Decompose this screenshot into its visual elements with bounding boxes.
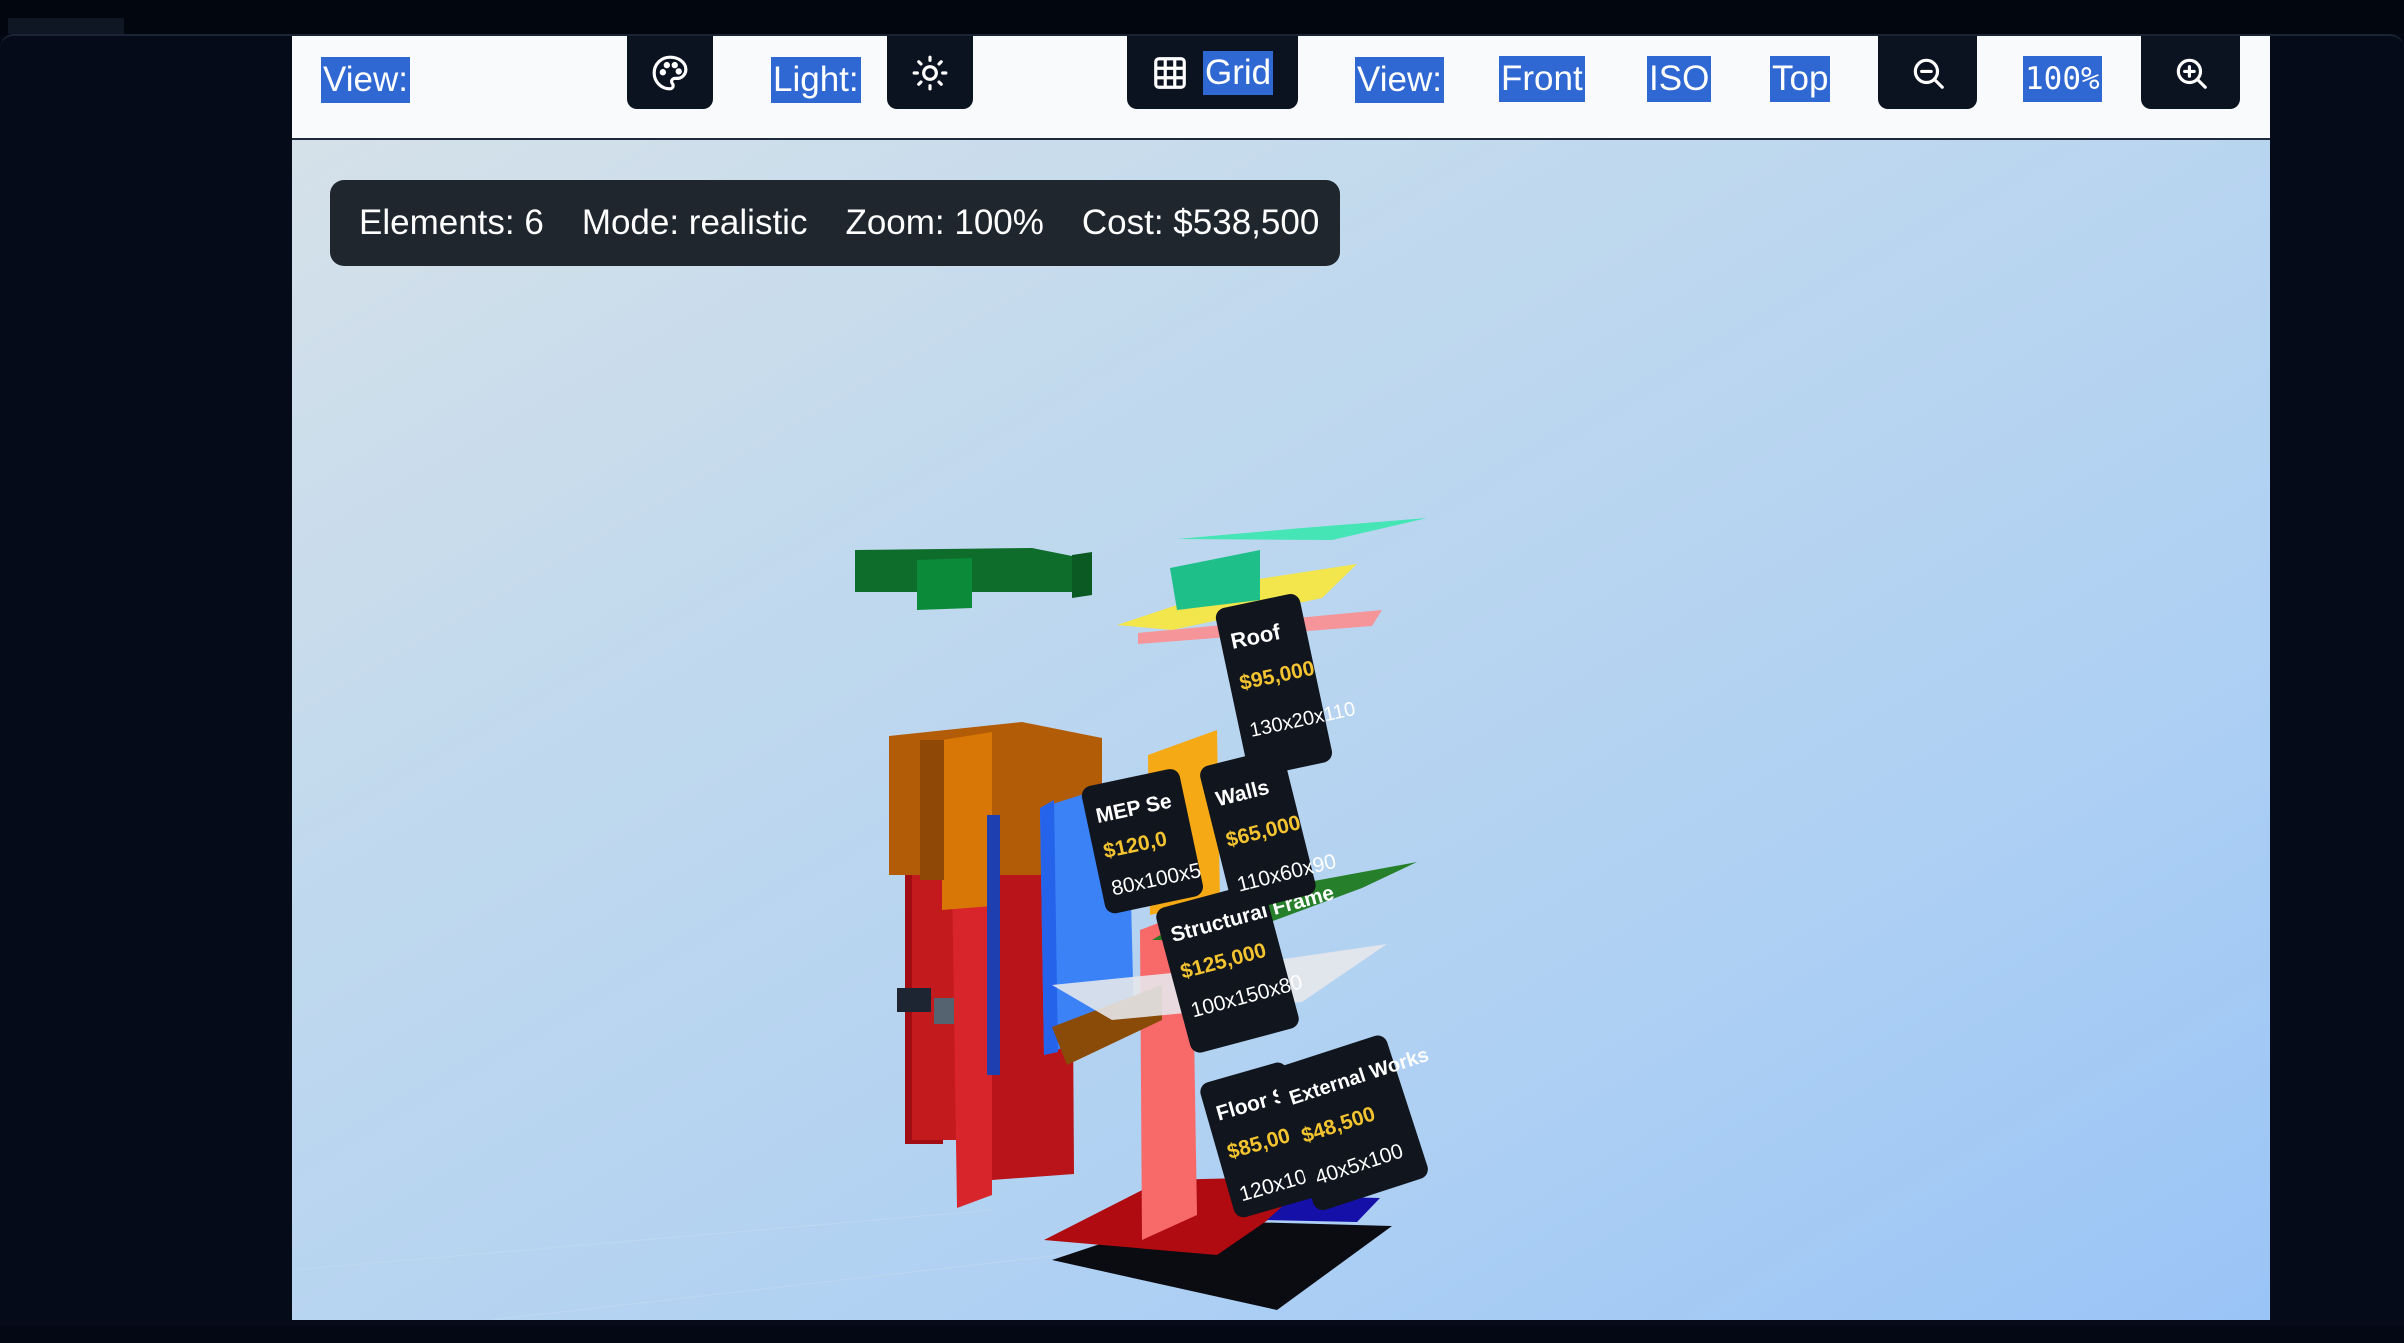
zoom-out-button[interactable] [1878,36,1977,109]
orange-wall-edge [920,740,944,880]
building-model[interactable]: MEP Se $120,0 80x100x5 Structural Frame … [292,140,2270,1320]
view-mode-label: View: [1355,57,1444,103]
view-label: View: [321,57,410,103]
floor-grid [292,1209,1193,1320]
light-button[interactable] [887,36,973,109]
grid-icon [1154,56,1186,89]
zoom-out-icon [1913,58,1944,89]
zoom-in-icon [2176,58,2207,89]
model-viewer: View: Light: Grid View: Front ISO Top 10… [292,36,2270,1320]
green-beam-cross [917,558,972,610]
wall-opening [897,988,931,1012]
view-iso-button[interactable]: ISO [1647,56,1712,102]
blue-column [987,815,1000,1075]
grid-label: Grid [1203,50,1274,95]
green-beam-end [1072,552,1092,598]
palette-icon [652,55,688,90]
red-wall-panel [952,860,992,1208]
orange-wall-panel [942,732,992,910]
zoom-in-button[interactable] [2141,36,2240,109]
green-beam [855,548,1092,592]
teal-roof-block [1170,550,1260,610]
wall-opening-2 [934,998,954,1024]
grid-toggle-button[interactable]: Grid [1127,36,1298,109]
view-top-button[interactable]: Top [1770,56,1831,102]
window-tab[interactable] [8,18,124,34]
toolbar: View: Light: Grid View: Front ISO Top 10… [292,36,2270,140]
light-label: Light: [771,57,861,103]
color-mode-button[interactable] [627,36,713,109]
sun-icon [912,55,948,90]
3d-viewport[interactable]: Elements: 6 Mode: realistic Zoom: 100% C… [292,140,2270,1320]
teal-roof-slab [1177,518,1427,540]
zoom-level: 100% [2023,56,2102,102]
view-front-button[interactable]: Front [1499,56,1585,102]
window-top-strip [0,0,2404,34]
